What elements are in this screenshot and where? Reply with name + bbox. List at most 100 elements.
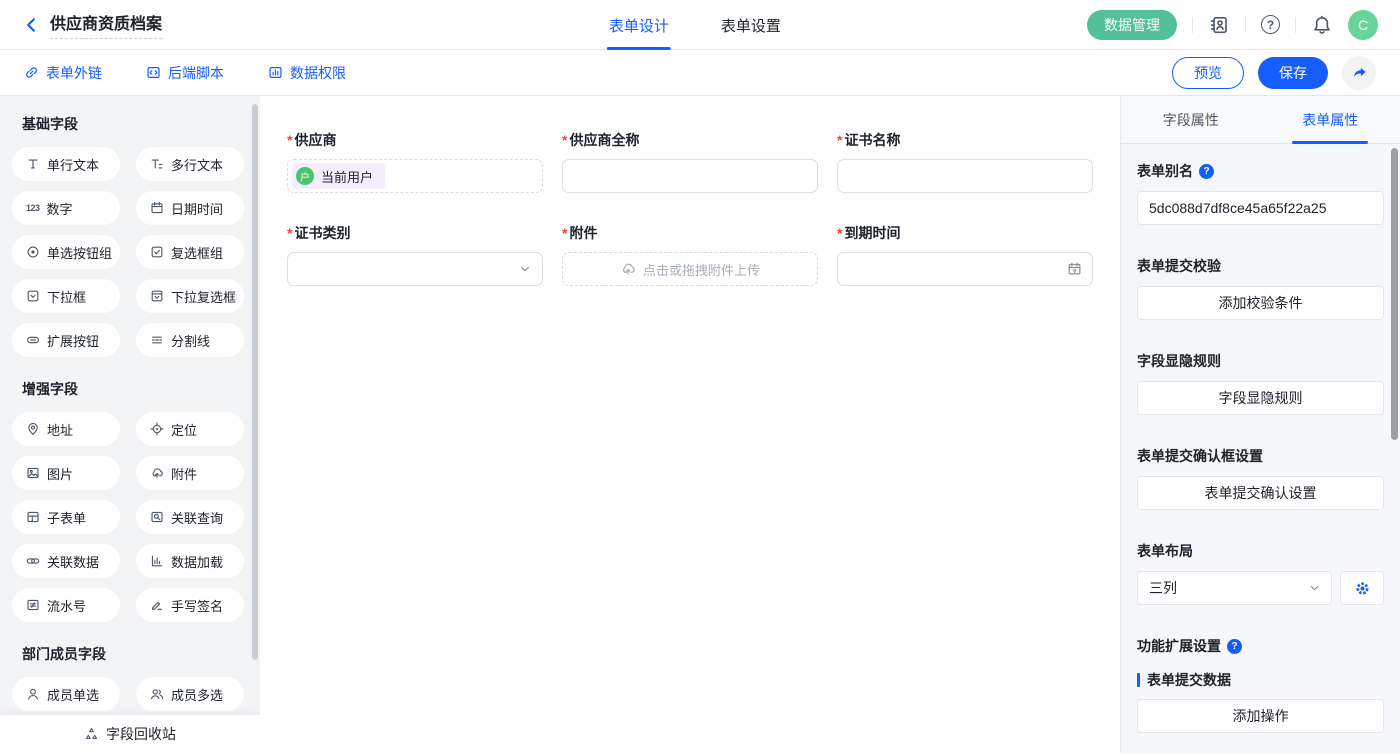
checkbox-icon xyxy=(150,245,164,259)
tab-form-design[interactable]: 表单设计 xyxy=(609,0,669,50)
form-designer-app: 供应商资质档案 表单设计 表单设置 数据管理 ? C xyxy=(0,0,1400,755)
notifications-button[interactable] xyxy=(1311,14,1333,36)
signature-pen-icon xyxy=(150,598,164,612)
accent-bar xyxy=(1137,673,1140,687)
help-icon[interactable]: ? xyxy=(1199,164,1214,179)
panel-scrollbar[interactable] xyxy=(1391,148,1398,440)
cloud-upload-icon xyxy=(620,261,636,277)
share-arrow-icon xyxy=(1351,64,1368,81)
field-pill-radio-group[interactable]: 单选按钮组 xyxy=(12,235,120,269)
image-icon xyxy=(26,466,40,480)
expiry-date-input[interactable] xyxy=(837,252,1093,286)
preview-button[interactable]: 预览 xyxy=(1172,57,1244,89)
field-label: 供应商全称 xyxy=(569,132,639,148)
field-recycle-bin[interactable]: 字段回收站 xyxy=(0,715,260,753)
form-layout-title: 表单布局 xyxy=(1137,541,1384,561)
field-pill-subform[interactable]: 子表单 xyxy=(12,500,120,534)
field-pill-select[interactable]: 下拉框 xyxy=(12,279,120,313)
data-permission-button[interactable]: 数据权限 xyxy=(268,63,346,83)
submit-validation-title: 表单提交校验 xyxy=(1137,256,1384,276)
save-button[interactable]: 保存 xyxy=(1258,57,1328,89)
field-pill-multi-select[interactable]: 下拉复选框 xyxy=(136,279,244,313)
field-supplier[interactable]: *供应商 户 当前用户 xyxy=(287,130,543,193)
certificate-name-input[interactable] xyxy=(837,159,1093,193)
field-pill-multiline-text[interactable]: 多行文本 xyxy=(136,147,244,181)
layout-settings-button[interactable] xyxy=(1340,571,1384,605)
header-actions: 数据管理 ? C xyxy=(1087,10,1378,40)
calendar-icon xyxy=(1067,262,1082,277)
current-user-tag[interactable]: 户 当前用户 xyxy=(292,163,385,189)
contacts-button[interactable] xyxy=(1208,14,1230,36)
certificate-type-select[interactable] xyxy=(287,252,543,286)
people-icon xyxy=(150,687,164,701)
required-mark: * xyxy=(837,225,842,241)
help-icon[interactable]: ? xyxy=(1227,639,1242,654)
data-manage-button[interactable]: 数据管理 xyxy=(1087,10,1177,40)
external-link-button[interactable]: 表单外链 xyxy=(24,63,102,83)
field-pill-divider[interactable]: 分割线 xyxy=(136,323,244,357)
link-icon xyxy=(24,65,39,80)
tab-field-properties[interactable]: 字段属性 xyxy=(1121,96,1261,143)
user-avatar[interactable]: C xyxy=(1348,10,1378,40)
attachment-upload-area[interactable]: 点击或拖拽附件上传 xyxy=(562,252,818,286)
field-pill-member-multi[interactable]: 成员多选 xyxy=(136,677,244,711)
page-title[interactable]: 供应商资质档案 xyxy=(50,10,162,39)
field-pill-linked-query[interactable]: 关联查询 xyxy=(136,500,244,534)
extension-settings-title: 功能扩展设置 ? xyxy=(1137,636,1384,656)
chevron-down-icon xyxy=(1308,582,1321,595)
field-pill-linked-data[interactable]: 关联数据 xyxy=(12,544,120,578)
permission-icon xyxy=(268,65,283,80)
form-alias-title: 表单别名 ? xyxy=(1137,161,1384,181)
field-label: 供应商 xyxy=(294,132,336,148)
top-bar: 供应商资质档案 表单设计 表单设置 数据管理 ? C xyxy=(0,0,1400,50)
field-pill-location[interactable]: 定位 xyxy=(136,412,244,446)
basic-fields-grid: 单行文本 多行文本 123 数字 日期时间 xyxy=(12,147,244,357)
form-canvas[interactable]: *供应商 户 当前用户 *供应商全称 *证书名称 xyxy=(260,96,1120,753)
divider xyxy=(1192,17,1193,33)
field-pill-member-single[interactable]: 成员单选 xyxy=(12,677,120,711)
field-pill-number[interactable]: 123 数字 xyxy=(12,191,120,225)
form-alias-input[interactable] xyxy=(1137,191,1384,225)
field-attachment[interactable]: *附件 点击或拖拽附件上传 xyxy=(562,223,818,286)
field-pill-single-line-text[interactable]: 单行文本 xyxy=(12,147,120,181)
required-mark: * xyxy=(837,132,842,148)
help-button[interactable]: ? xyxy=(1261,15,1280,34)
supplier-tag-box[interactable]: 户 当前用户 xyxy=(287,159,543,193)
tab-form-settings[interactable]: 表单设置 xyxy=(721,0,781,50)
supplier-fullname-input[interactable] xyxy=(562,159,818,193)
layout-select[interactable]: 三列 xyxy=(1137,571,1332,605)
field-visibility-button[interactable]: 字段显隐规则 xyxy=(1137,381,1384,415)
field-pill-extend-button[interactable]: 扩展按钮 xyxy=(12,323,120,357)
field-pill-image[interactable]: 图片 xyxy=(12,456,120,490)
serial-number-icon xyxy=(26,598,40,612)
add-validation-button[interactable]: 添加校验条件 xyxy=(1137,286,1384,320)
back-button[interactable] xyxy=(22,16,40,34)
field-pill-serial-number[interactable]: 流水号 xyxy=(12,588,120,622)
number-icon: 123 xyxy=(26,203,40,213)
tab-form-properties[interactable]: 表单属性 xyxy=(1261,96,1400,143)
linked-query-icon xyxy=(150,510,164,524)
field-supplier-fullname[interactable]: *供应商全称 xyxy=(562,130,818,193)
field-expiry-date[interactable]: *到期时间 xyxy=(837,223,1093,286)
subform-icon xyxy=(26,510,40,524)
field-pill-checkbox-group[interactable]: 复选框组 xyxy=(136,235,244,269)
share-button[interactable] xyxy=(1342,56,1376,90)
submit-confirm-button[interactable]: 表单提交确认设置 xyxy=(1137,476,1384,510)
field-pill-attachment[interactable]: 附件 xyxy=(136,456,244,490)
map-pin-icon xyxy=(26,422,40,436)
sidebar-scrollbar[interactable] xyxy=(252,104,258,660)
field-pill-signature[interactable]: 手写签名 xyxy=(136,588,244,622)
submit-data-add-action-button[interactable]: 添加操作 xyxy=(1137,699,1384,733)
field-pill-address[interactable]: 地址 xyxy=(12,412,120,446)
field-certificate-name[interactable]: *证书名称 xyxy=(837,130,1093,193)
required-mark: * xyxy=(287,132,292,148)
field-pill-datetime[interactable]: 日期时间 xyxy=(136,191,244,225)
field-pill-data-load[interactable]: 数据加载 xyxy=(136,544,244,578)
active-tab-underline xyxy=(607,47,671,50)
field-certificate-type[interactable]: *证书类别 xyxy=(287,223,543,286)
backend-script-button[interactable]: 后端脚本 xyxy=(146,63,224,83)
field-label: 到期时间 xyxy=(844,225,900,241)
bell-icon xyxy=(1312,15,1332,35)
contacts-book-icon xyxy=(1209,15,1229,35)
required-mark: * xyxy=(562,132,567,148)
